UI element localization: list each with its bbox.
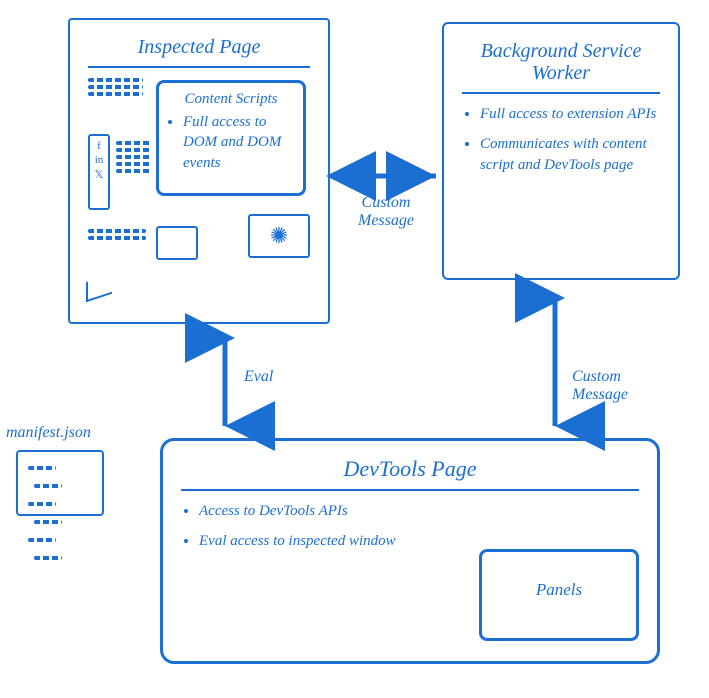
text: Eval — [244, 368, 273, 385]
devtools-bullets: Access to DevTools APIs Eval access to i… — [181, 501, 481, 552]
bug-icon: ✺ — [250, 216, 308, 256]
text: Content Scripts — [185, 91, 278, 107]
social-column: fin𝕏 — [88, 134, 110, 210]
divider — [88, 66, 310, 68]
text: Full access to extension APIs — [480, 106, 656, 122]
text: Inspected Page — [138, 36, 261, 58]
text: DevTools Page — [343, 456, 476, 481]
manifest-file-icon — [16, 450, 104, 516]
text: manifest.json — [6, 424, 91, 441]
text: Communicates with content script and Dev… — [480, 136, 647, 172]
text: Eval access to inspected window — [199, 533, 396, 549]
page-scribbles: Content Scripts Full access to DOM and D… — [88, 78, 310, 288]
bullet-communicates: Communicates with content script and Dev… — [480, 134, 660, 175]
label-eval: Eval — [244, 368, 273, 386]
text: Access to DevTools APIs — [199, 503, 348, 519]
manifest-label: manifest.json — [6, 424, 116, 442]
panels-label: Panels — [536, 580, 582, 599]
content-scripts-box: Content Scripts Full access to DOM and D… — [156, 80, 306, 196]
thumb-box-1 — [156, 226, 198, 260]
content-scripts-title: Content Scripts — [169, 91, 293, 108]
panels-box: Panels — [479, 549, 639, 641]
background-bullets: Full access to extension APIs Communicat… — [462, 104, 660, 175]
bullet-eval-access: Eval access to inspected window — [199, 531, 481, 551]
bullet-ext-apis: Full access to extension APIs — [480, 104, 660, 124]
content-scripts-bullets: Full access to DOM and DOM events — [169, 112, 293, 173]
label-custom-message-v: Custom Message — [572, 368, 652, 403]
divider — [462, 92, 660, 94]
divider — [181, 489, 639, 491]
arrow-custom-message-h — [330, 156, 442, 196]
dogear — [86, 274, 112, 302]
devtools-page-box: DevTools Page Access to DevTools APIs Ev… — [160, 438, 660, 664]
bullet-dom-access: Full access to DOM and DOM events — [183, 112, 293, 173]
arrow-custom-message-v — [540, 290, 570, 434]
label-custom-message-h: Custom Message — [346, 194, 426, 229]
background-title: Background Service Worker — [462, 40, 660, 84]
inspected-page-title: Inspected Page — [88, 36, 310, 58]
inspected-page-box: Inspected Page Content Scripts Full acce… — [68, 18, 330, 324]
thumb-box-2: ✺ — [248, 214, 310, 258]
text: Custom Message — [358, 194, 414, 229]
text: Background Service Worker — [481, 40, 642, 84]
bullet-devtools-apis: Access to DevTools APIs — [199, 501, 481, 521]
text: Custom Message — [572, 368, 628, 403]
devtools-title: DevTools Page — [181, 457, 639, 481]
background-worker-box: Background Service Worker Full access to… — [442, 22, 680, 280]
arrow-eval — [210, 330, 240, 434]
text: Full access to DOM and DOM events — [183, 114, 281, 171]
